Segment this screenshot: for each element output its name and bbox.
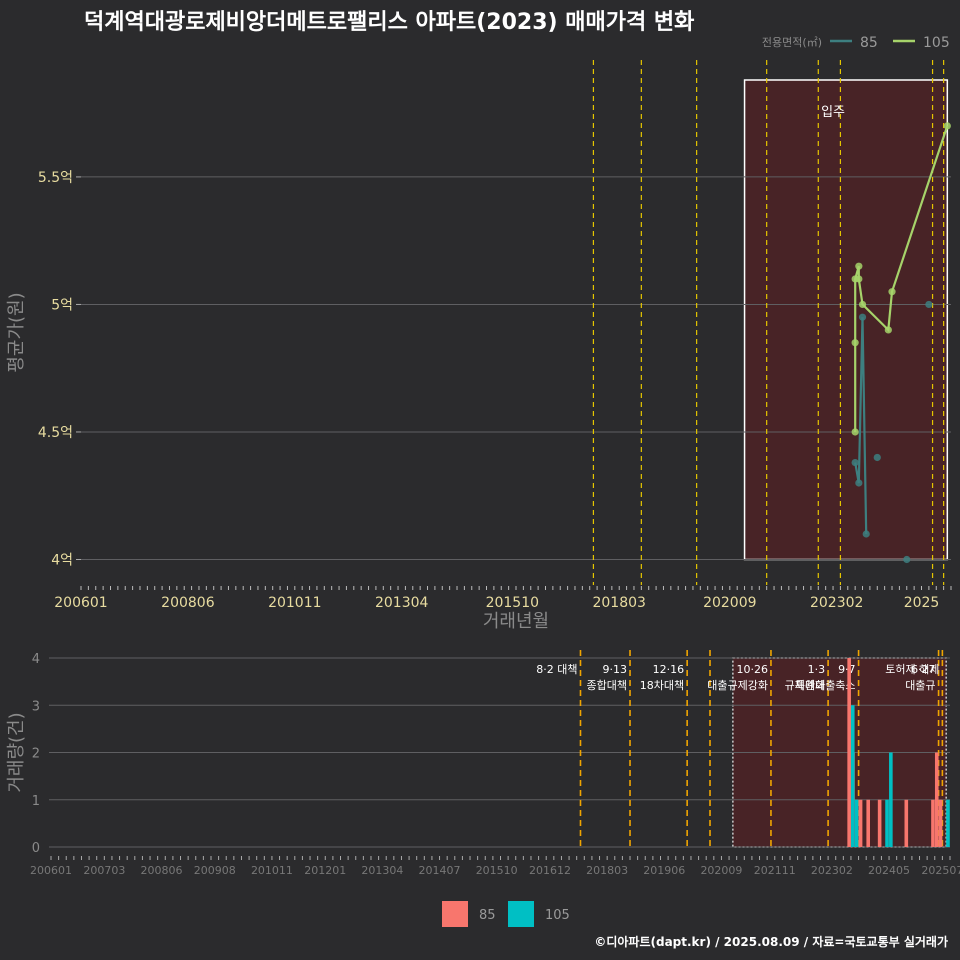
x-tick-label-bottom: 202302 bbox=[811, 864, 853, 877]
y-axis-title: 평균가(원) bbox=[6, 292, 27, 372]
bar-85 bbox=[877, 799, 882, 847]
legend-title: 전용면적(㎡) bbox=[762, 36, 822, 49]
policy-label: 8·2 대책 bbox=[536, 663, 577, 676]
policy-label: 토허제 해제 bbox=[885, 662, 939, 676]
y-tick-label: 5.5억 bbox=[38, 170, 73, 186]
y-tick-label: 4억 bbox=[51, 552, 73, 568]
x-tick-label: 202009 bbox=[703, 595, 756, 611]
highlight-label: 입주 bbox=[821, 105, 845, 120]
x-tick-label-bottom: 201011 bbox=[251, 864, 293, 877]
legend-label-bottom-85: 85 bbox=[479, 908, 496, 923]
bar-105 bbox=[850, 705, 855, 847]
x-tick-label: 201510 bbox=[486, 595, 539, 611]
x-tick-label-bottom: 200703 bbox=[83, 864, 125, 877]
series-105-point bbox=[855, 262, 863, 270]
x-tick-label: 200601 bbox=[54, 595, 107, 611]
y-tick-label: 4.5억 bbox=[38, 425, 73, 441]
x-tick-label-bottom: 202009 bbox=[700, 864, 742, 877]
policy-label: 12·16 bbox=[653, 663, 685, 676]
series-105-point bbox=[851, 339, 859, 347]
x-tick-label-bottom: 200908 bbox=[194, 864, 236, 877]
series-85-point bbox=[925, 300, 933, 309]
y-tick-label-bottom: 2 bbox=[32, 747, 40, 762]
series-85-point bbox=[851, 458, 859, 467]
series-105-point bbox=[884, 326, 892, 334]
x-tick-label-bottom: 200601 bbox=[30, 864, 72, 877]
series-85-point bbox=[873, 453, 881, 462]
series-105-point bbox=[943, 122, 951, 130]
y-tick-label-bottom: 4 bbox=[32, 652, 40, 667]
x-tick-label-bottom: 202507 bbox=[921, 864, 960, 877]
x-tick-label-bottom: 202111 bbox=[754, 864, 796, 877]
bar-85 bbox=[904, 799, 909, 847]
policy-label: 종합대책 bbox=[587, 679, 627, 692]
x-tick-label-bottom: 201510 bbox=[476, 864, 518, 877]
y-axis-title-bottom: 거래량(건) bbox=[6, 712, 27, 792]
bar-105 bbox=[889, 752, 893, 847]
x-tick-label-bottom: 201803 bbox=[586, 864, 628, 877]
series-105-point bbox=[888, 288, 896, 296]
chart-canvas: 4억4.5억5억5.5억입주200601 200806 201011 201304 20… bbox=[6, 35, 960, 927]
x-tick-label: 202302 bbox=[810, 595, 863, 611]
source-credit: ©디아파트(dapt.kr) / 2025.08.09 / 자료=국토교통부 실… bbox=[594, 935, 948, 949]
y-tick-label-bottom: 3 bbox=[32, 699, 40, 714]
x-tick-label: 2025 bbox=[904, 595, 940, 611]
x-tick-label: 200806 bbox=[161, 595, 215, 611]
policy-label: 대출규 bbox=[905, 679, 935, 692]
x-tick-label: 201304 bbox=[375, 595, 429, 611]
policy-label: 대출규제강화 bbox=[707, 679, 768, 692]
x-tick-label: 201803 bbox=[592, 595, 645, 611]
bar-85 bbox=[938, 799, 943, 847]
legend-label-bottom-105: 105 bbox=[545, 908, 570, 923]
series-85-point bbox=[855, 479, 863, 487]
legend-label-105: 105 bbox=[923, 35, 950, 51]
policy-label: 18차대책 bbox=[640, 679, 684, 692]
bar-85 bbox=[858, 799, 863, 847]
policy-label: 10·26 bbox=[736, 663, 768, 676]
series-105-point bbox=[855, 275, 863, 283]
x-tick-label-bottom: 201407 bbox=[419, 864, 461, 877]
policy-label: 1·3 bbox=[808, 663, 826, 676]
x-tick-label-bottom: 200806 bbox=[140, 864, 182, 877]
legend-label-85: 85 bbox=[860, 35, 878, 51]
legend-key-bottom-105 bbox=[508, 901, 534, 927]
series-85-point bbox=[862, 530, 870, 538]
bar-85 bbox=[931, 799, 935, 847]
x-axis-title: 거래년월 bbox=[483, 611, 549, 632]
y-tick-label-bottom: 0 bbox=[32, 841, 40, 856]
policy-label: 특례대출축소 bbox=[795, 679, 856, 692]
bar-105 bbox=[854, 799, 859, 847]
series-85-point bbox=[903, 555, 911, 564]
series-105-point bbox=[851, 428, 859, 436]
series-85-point bbox=[858, 313, 867, 321]
y-tick-label: 5억 bbox=[51, 297, 73, 313]
x-tick-label-bottom: 201906 bbox=[643, 864, 685, 877]
bar-105 bbox=[946, 799, 950, 847]
bar-105 bbox=[885, 799, 889, 847]
bar-85 bbox=[866, 799, 871, 847]
bar-85 bbox=[847, 658, 851, 847]
legend-key-bottom-85 bbox=[442, 901, 468, 927]
x-tick-label-bottom: 201612 bbox=[529, 864, 571, 877]
x-tick-label: 201011 bbox=[268, 595, 321, 611]
x-tick-label-bottom: 201201 bbox=[304, 864, 346, 877]
series-105-point bbox=[858, 300, 867, 309]
x-tick-label-bottom: 202405 bbox=[868, 864, 910, 877]
highlight-region bbox=[743, 79, 949, 561]
x-tick-label-bottom: 201304 bbox=[361, 864, 403, 877]
policy-label: 9·7 bbox=[838, 663, 856, 676]
bar-85 bbox=[934, 752, 939, 847]
y-tick-label-bottom: 1 bbox=[32, 794, 40, 809]
policy-label: 9·13 bbox=[603, 663, 628, 676]
